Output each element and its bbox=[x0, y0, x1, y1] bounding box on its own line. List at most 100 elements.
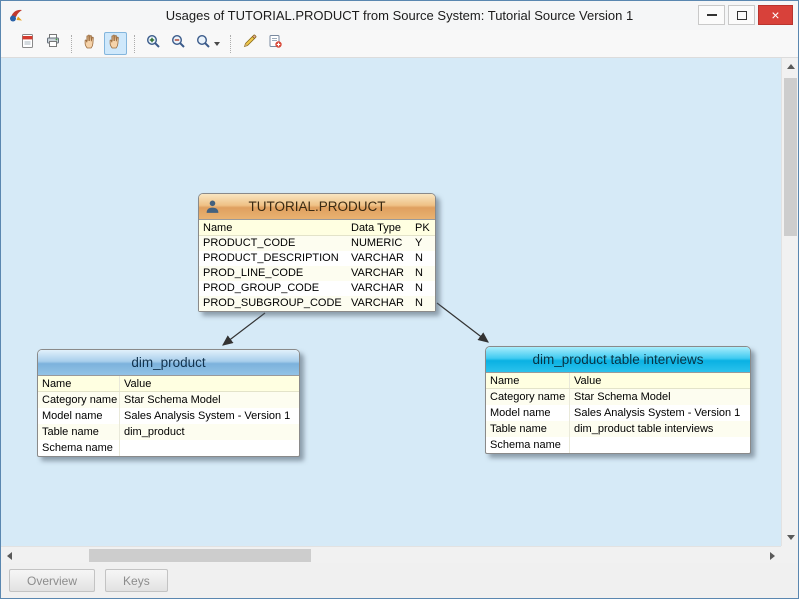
scroll-right-button[interactable] bbox=[764, 547, 781, 564]
cell-name: Table name bbox=[38, 424, 120, 440]
cell-name: Schema name bbox=[38, 440, 120, 456]
arrow-right-icon bbox=[770, 552, 775, 560]
pan-button[interactable] bbox=[79, 32, 102, 55]
horizontal-scrollbar[interactable] bbox=[1, 546, 781, 563]
table-row: Category name Star Schema Model bbox=[38, 392, 299, 408]
close-button[interactable]: × bbox=[758, 5, 793, 25]
app-logo-icon[interactable] bbox=[8, 7, 25, 24]
person-icon bbox=[205, 199, 220, 217]
printer-icon bbox=[45, 33, 61, 54]
cell-pk: Y bbox=[411, 236, 435, 251]
close-icon: × bbox=[771, 8, 779, 22]
cell-type: VARCHAR bbox=[347, 281, 411, 296]
scroll-up-button[interactable] bbox=[782, 58, 799, 75]
magnifier-icon bbox=[195, 33, 212, 55]
zoom-in-button[interactable] bbox=[142, 32, 165, 55]
scrollbar-corner bbox=[781, 546, 798, 563]
entity-dim-product[interactable]: dim_product Name Value Category name Sta… bbox=[37, 349, 300, 457]
column-header: Value bbox=[120, 376, 299, 391]
tab-keys[interactable]: Keys bbox=[105, 569, 168, 592]
entity-tutorial-product[interactable]: TUTORIAL.PRODUCT Name Data Type PK PRODU… bbox=[198, 193, 436, 312]
annotation-button[interactable] bbox=[263, 32, 286, 55]
cell-name: PROD_SUBGROUP_CODE bbox=[199, 296, 347, 311]
cell-value: Star Schema Model bbox=[120, 392, 299, 408]
entity-title: dim_product table interviews bbox=[532, 352, 703, 367]
column-header: Value bbox=[570, 373, 750, 388]
horizontal-scroll-thumb[interactable] bbox=[89, 549, 311, 562]
zoom-in-icon bbox=[145, 33, 162, 55]
dropdown-arrow-icon bbox=[214, 42, 220, 46]
cell-type: VARCHAR bbox=[347, 266, 411, 281]
cell-name: PRODUCT_DESCRIPTION bbox=[199, 251, 347, 266]
column-header: Data Type bbox=[347, 220, 411, 235]
cell-name: Model name bbox=[486, 405, 570, 421]
cell-pk: N bbox=[411, 281, 435, 296]
toolbar-separator bbox=[230, 35, 231, 53]
title-bar: Usages of TUTORIAL.PRODUCT from Source S… bbox=[1, 1, 798, 30]
vertical-scrollbar[interactable] bbox=[781, 58, 798, 546]
cell-name: PRODUCT_CODE bbox=[199, 236, 347, 251]
entity-header: dim_product bbox=[38, 350, 299, 376]
cell-value: dim_product table interviews bbox=[570, 421, 750, 437]
maximize-button[interactable] bbox=[728, 5, 755, 25]
cell-type: NUMERIC bbox=[347, 236, 411, 251]
cell-pk: N bbox=[411, 266, 435, 281]
cell-type: VARCHAR bbox=[347, 296, 411, 311]
table-row: Model name Sales Analysis System - Versi… bbox=[38, 408, 299, 424]
cell-name: Category name bbox=[486, 389, 570, 405]
tab-overview[interactable]: Overview bbox=[9, 569, 95, 592]
cell-name: Schema name bbox=[486, 437, 570, 453]
entity-title: TUTORIAL.PRODUCT bbox=[248, 199, 385, 214]
minimize-button[interactable] bbox=[698, 5, 725, 25]
cell-name: Model name bbox=[38, 408, 120, 424]
diagram-canvas[interactable]: TUTORIAL.PRODUCT Name Data Type PK PRODU… bbox=[1, 58, 781, 546]
entity-title: dim_product bbox=[131, 355, 205, 370]
cell-name: Category name bbox=[38, 392, 120, 408]
table-row: Table name dim_product bbox=[38, 424, 299, 440]
arrow-left-icon bbox=[7, 552, 12, 560]
export-pdf-button[interactable] bbox=[16, 32, 39, 55]
cell-value: Sales Analysis System - Version 1 bbox=[570, 405, 750, 421]
table-row: PROD_GROUP_CODE VARCHAR N bbox=[199, 281, 435, 296]
column-header: PK bbox=[411, 220, 435, 235]
zoom-out-button[interactable] bbox=[167, 32, 190, 55]
footer-bar: Overview Keys bbox=[1, 563, 798, 598]
zoom-level-button[interactable] bbox=[192, 32, 223, 55]
cell-pk: N bbox=[411, 296, 435, 311]
scroll-left-button[interactable] bbox=[1, 547, 18, 564]
annotation-icon bbox=[267, 33, 283, 54]
column-header: Name bbox=[486, 373, 570, 388]
zoom-out-icon bbox=[170, 33, 187, 55]
cell-name: PROD_GROUP_CODE bbox=[199, 281, 347, 296]
cell-value bbox=[570, 437, 750, 453]
table-header-row: Name Value bbox=[38, 376, 299, 392]
cell-value: Star Schema Model bbox=[570, 389, 750, 405]
minimize-icon bbox=[707, 14, 717, 16]
arrow-down-icon bbox=[787, 535, 795, 540]
cell-name: Table name bbox=[486, 421, 570, 437]
entity-header: TUTORIAL.PRODUCT bbox=[199, 194, 435, 220]
cell-value: Sales Analysis System - Version 1 bbox=[120, 408, 299, 424]
table-row: Category name Star Schema Model bbox=[486, 389, 750, 405]
scroll-down-button[interactable] bbox=[782, 529, 799, 546]
app-window: Usages of TUTORIAL.PRODUCT from Source S… bbox=[0, 0, 799, 599]
table-row: PROD_LINE_CODE VARCHAR N bbox=[199, 266, 435, 281]
cell-name: PROD_LINE_CODE bbox=[199, 266, 347, 281]
hand-icon bbox=[82, 33, 99, 55]
toolbar bbox=[1, 30, 798, 58]
export-pdf-icon bbox=[20, 33, 36, 54]
print-button[interactable] bbox=[41, 32, 64, 55]
vertical-scroll-thumb[interactable] bbox=[784, 78, 797, 236]
window-title: Usages of TUTORIAL.PRODUCT from Source S… bbox=[121, 1, 678, 30]
table-row: Schema name bbox=[38, 440, 299, 456]
table-header-row: Name Value bbox=[486, 373, 750, 389]
cell-pk: N bbox=[411, 251, 435, 266]
table-row: PRODUCT_CODE NUMERIC Y bbox=[199, 236, 435, 251]
entity-dim-product-table-interviews[interactable]: dim_product table interviews Name Value … bbox=[485, 346, 751, 454]
pan-button-active[interactable] bbox=[104, 32, 127, 55]
window-controls: × bbox=[698, 5, 793, 25]
toolbar-separator bbox=[71, 35, 72, 53]
hand-icon bbox=[107, 33, 124, 55]
edit-button[interactable] bbox=[238, 32, 261, 55]
table-row: Schema name bbox=[486, 437, 750, 453]
